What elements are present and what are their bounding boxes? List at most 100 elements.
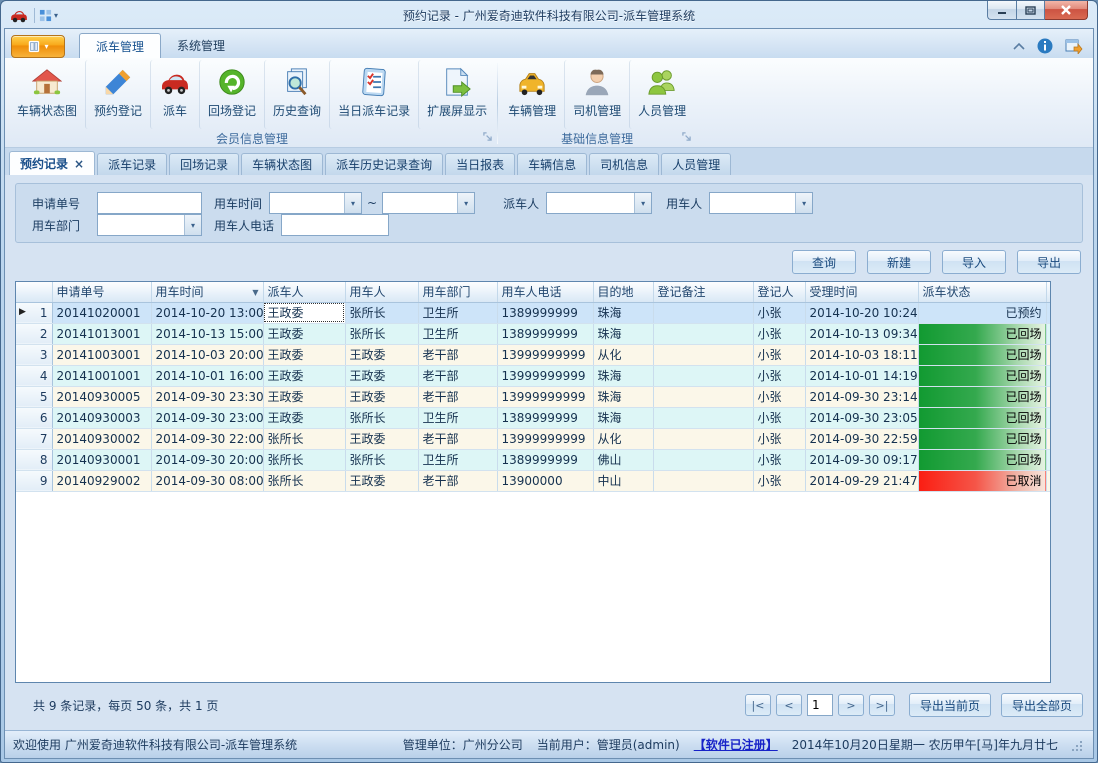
cell-phone[interactable]: 13900000 bbox=[497, 470, 593, 491]
row-header-cell[interactable]: 5 bbox=[16, 386, 52, 407]
request-no-input[interactable] bbox=[97, 192, 202, 214]
cell-request-no[interactable]: 20141003001 bbox=[52, 344, 151, 365]
dropdown-arrow-icon[interactable]: ▾ bbox=[634, 193, 651, 213]
cell-phone[interactable]: 1389999999 bbox=[497, 302, 593, 323]
cell-accept-time[interactable]: 2014-09-30 09:17 bbox=[805, 449, 918, 470]
row-header-cell[interactable]: 8 bbox=[16, 449, 52, 470]
row-header-cell[interactable]: ▶1 bbox=[16, 302, 52, 323]
cell-dispatcher[interactable]: 王政委 bbox=[263, 365, 345, 386]
cell-car-user[interactable]: 王政委 bbox=[345, 365, 418, 386]
cell-remark[interactable] bbox=[653, 449, 753, 470]
cell-phone[interactable]: 1389999999 bbox=[497, 407, 593, 428]
ribbon-button-today-dispatch[interactable]: 当日派车记录 bbox=[329, 60, 418, 129]
row-header-cell[interactable]: 4 bbox=[16, 365, 52, 386]
cell-dispatcher[interactable]: 王政委 bbox=[263, 302, 345, 323]
application-menu-button[interactable]: ▾ bbox=[11, 35, 65, 58]
info-icon[interactable] bbox=[1037, 38, 1053, 54]
department-combo[interactable]: ▾ bbox=[97, 214, 202, 236]
dialog-launcher-icon[interactable] bbox=[682, 130, 691, 144]
cell-registrar[interactable]: 小张 bbox=[753, 323, 805, 344]
car-user-combo[interactable]: ▾ bbox=[709, 192, 813, 214]
dropdown-arrow-icon[interactable]: ▾ bbox=[344, 193, 361, 213]
cell-status[interactable]: 已回场 bbox=[918, 323, 1046, 344]
prev-page-button[interactable]: < bbox=[776, 694, 802, 716]
cell-phone[interactable]: 13999999999 bbox=[497, 365, 593, 386]
cell-accept-time[interactable]: 2014-09-30 23:05 bbox=[805, 407, 918, 428]
close-button[interactable] bbox=[1045, 1, 1088, 20]
cell-registrar[interactable]: 小张 bbox=[753, 365, 805, 386]
ribbon-button-extend-screen[interactable]: 扩展屏显示 bbox=[418, 60, 495, 129]
dropdown-arrow-icon[interactable]: ▾ bbox=[184, 215, 201, 235]
cell-status[interactable]: 已回场 bbox=[918, 407, 1046, 428]
export-all-pages-button[interactable]: 导出全部页 bbox=[1001, 693, 1083, 717]
cell-department[interactable]: 老干部 bbox=[418, 344, 497, 365]
table-row[interactable]: 3201410030012014-10-03 20:00王政委王政委老干部139… bbox=[16, 344, 1051, 365]
cell-phone[interactable]: 13999999999 bbox=[497, 386, 593, 407]
cell-remark[interactable] bbox=[653, 386, 753, 407]
table-row[interactable]: 2201410130012014-10-13 15:00王政委张所长卫生所138… bbox=[16, 323, 1051, 344]
row-header-cell[interactable]: 2 bbox=[16, 323, 52, 344]
row-header-cell[interactable]: 9 bbox=[16, 470, 52, 491]
cell-registrar[interactable]: 小张 bbox=[753, 407, 805, 428]
cell-destination[interactable]: 珠海 bbox=[593, 365, 653, 386]
cell-accept-time[interactable]: 2014-09-29 21:47 bbox=[805, 470, 918, 491]
use-time-to-combo[interactable]: ▾ bbox=[382, 192, 475, 214]
cell-status[interactable]: 已回场 bbox=[918, 386, 1046, 407]
collapse-ribbon-icon[interactable] bbox=[1013, 42, 1025, 50]
column-header-2[interactable]: 用车时间▼ bbox=[151, 282, 263, 302]
dialog-launcher-icon[interactable] bbox=[483, 130, 492, 144]
cell-request-no[interactable]: 20140929002 bbox=[52, 470, 151, 491]
cell-car-user[interactable]: 王政委 bbox=[345, 428, 418, 449]
cell-remark[interactable] bbox=[653, 323, 753, 344]
table-row[interactable]: 4201410010012014-10-01 16:00王政委王政委老干部139… bbox=[16, 365, 1051, 386]
cell-dispatcher[interactable]: 张所长 bbox=[263, 428, 345, 449]
minimize-button[interactable] bbox=[987, 1, 1016, 20]
cell-phone[interactable]: 1389999999 bbox=[497, 449, 593, 470]
cell-dispatcher[interactable]: 张所长 bbox=[263, 449, 345, 470]
license-link[interactable]: 【软件已注册】 bbox=[694, 736, 778, 753]
cell-request-no[interactable]: 20140930001 bbox=[52, 449, 151, 470]
ribbon-button-return-register[interactable]: 回场登记 bbox=[199, 60, 264, 129]
cell-accept-time[interactable]: 2014-10-13 09:34 bbox=[805, 323, 918, 344]
cell-request-no[interactable]: 20140930005 bbox=[52, 386, 151, 407]
cell-request-no[interactable]: 20140930002 bbox=[52, 428, 151, 449]
ribbon-button-dispatch-car[interactable]: 派车 bbox=[150, 60, 199, 129]
cell-status[interactable]: 已取消 bbox=[918, 470, 1046, 491]
table-row[interactable]: 8201409300012014-09-30 20:00张所长张所长卫生所138… bbox=[16, 449, 1051, 470]
cell-department[interactable]: 老干部 bbox=[418, 470, 497, 491]
cell-dispatcher[interactable]: 王政委 bbox=[263, 407, 345, 428]
maximize-button[interactable] bbox=[1016, 1, 1045, 20]
cell-dispatcher[interactable]: 王政委 bbox=[263, 386, 345, 407]
next-page-button[interactable]: > bbox=[838, 694, 864, 716]
page-number-input[interactable] bbox=[807, 694, 833, 716]
doc-tab-6[interactable]: 车辆信息 bbox=[517, 153, 587, 175]
column-header-4[interactable]: 用车人 bbox=[345, 282, 418, 302]
export-button[interactable]: 导出 bbox=[1017, 250, 1081, 274]
close-tab-icon[interactable]: × bbox=[74, 157, 84, 171]
cell-use-time[interactable]: 2014-09-30 22:00 bbox=[151, 428, 263, 449]
cell-status[interactable]: 已回场 bbox=[918, 365, 1046, 386]
cell-dispatcher[interactable]: 王政委 bbox=[263, 323, 345, 344]
column-header-3[interactable]: 派车人 bbox=[263, 282, 345, 302]
cell-department[interactable]: 老干部 bbox=[418, 365, 497, 386]
cell-registrar[interactable]: 小张 bbox=[753, 470, 805, 491]
cell-department[interactable]: 老干部 bbox=[418, 428, 497, 449]
ribbon-button-vehicle-manage[interactable]: 车辆管理 bbox=[500, 60, 564, 129]
cell-status[interactable]: 已预约 bbox=[918, 302, 1046, 323]
cell-remark[interactable] bbox=[653, 470, 753, 491]
doc-tab-7[interactable]: 司机信息 bbox=[589, 153, 659, 175]
switch-window-icon[interactable] bbox=[1065, 38, 1083, 54]
cell-department[interactable]: 卫生所 bbox=[418, 407, 497, 428]
doc-tab-5[interactable]: 当日报表 bbox=[445, 153, 515, 175]
ribbon-button-staff-manage[interactable]: 人员管理 bbox=[629, 60, 694, 129]
cell-remark[interactable] bbox=[653, 407, 753, 428]
cell-department[interactable]: 卫生所 bbox=[418, 302, 497, 323]
chevron-down-icon[interactable]: ▾ bbox=[54, 11, 58, 20]
ribbon-tab-dispatch[interactable]: 派车管理 bbox=[79, 33, 161, 58]
cell-destination[interactable]: 从化 bbox=[593, 428, 653, 449]
new-button[interactable]: 新建 bbox=[867, 250, 931, 274]
first-page-button[interactable]: |< bbox=[745, 694, 771, 716]
cell-dispatcher[interactable]: 王政委 bbox=[263, 344, 345, 365]
cell-destination[interactable]: 珠海 bbox=[593, 302, 653, 323]
doc-tab-2[interactable]: 回场记录 bbox=[169, 153, 239, 175]
